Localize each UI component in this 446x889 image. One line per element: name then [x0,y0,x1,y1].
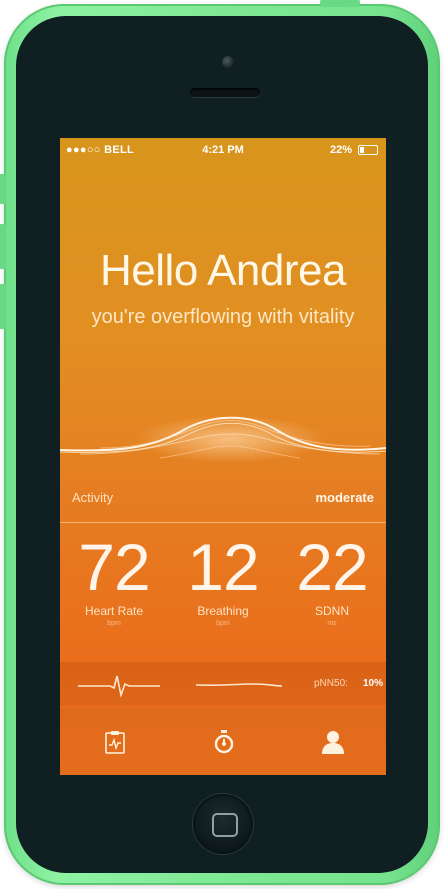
power-button [320,0,360,7]
app-screen: ●●●○○ BELL 4:21 PM 22% Hello Andrea you'… [60,138,386,775]
metric-value: 22 [296,530,368,604]
stopwatch-icon [214,730,234,754]
metric-value: 12 [187,530,259,604]
activity-value: moderate [315,490,374,505]
divider [60,522,386,523]
breathing-trace [195,683,283,687]
metric-unit: bpm [107,620,121,627]
tab-bar [60,708,386,775]
mute-switch [0,174,6,204]
phone-body: ●●●○○ BELL 4:21 PM 22% Hello Andrea you'… [0,0,440,885]
metric-label: Heart Rate [84,604,144,618]
battery-level [360,147,364,153]
earpiece-speaker [190,88,260,97]
pnn50-label: pNN50: [314,678,348,689]
volume-down-button [0,284,6,329]
vitality-wave [60,406,386,466]
front-camera [222,56,234,68]
battery-percent: 22% [329,144,352,156]
tab-profile[interactable] [278,708,386,775]
metric-label: SDNN [314,604,349,618]
signal-strip: pNN50: 10% [60,662,386,706]
vitality-subtitle: you're overflowing with vitality [91,306,355,328]
metric-label: Breathing [197,604,249,618]
metric-unit: bpm [216,620,230,627]
battery-icon [358,145,378,155]
greeting-title: Hello Andrea [100,246,346,295]
home-button[interactable] [193,794,253,854]
metric-unit: ms [327,620,337,627]
metrics-row: 72 Heart Rate bpm 12 Breathing bpm 22 SD… [60,532,386,652]
ecg-trace [78,675,160,698]
status-bar: ●●●○○ BELL 4:21 PM 22% [60,138,386,162]
tab-timer[interactable] [169,708,277,775]
metric-breathing: 12 Breathing bpm [169,532,277,627]
user-icon [322,731,344,754]
tab-report[interactable] [60,708,168,775]
clipboard-chart-icon [105,731,125,754]
home-square-icon [212,813,238,837]
metric-value: 72 [78,530,150,604]
metric-heart-rate: 72 Heart Rate bpm [60,532,168,627]
activity-label: Activity [72,490,114,505]
pnn50-value: 10% [363,678,384,689]
volume-up-button [0,224,6,269]
metric-sdnn: 22 SDNN ms [278,532,386,627]
